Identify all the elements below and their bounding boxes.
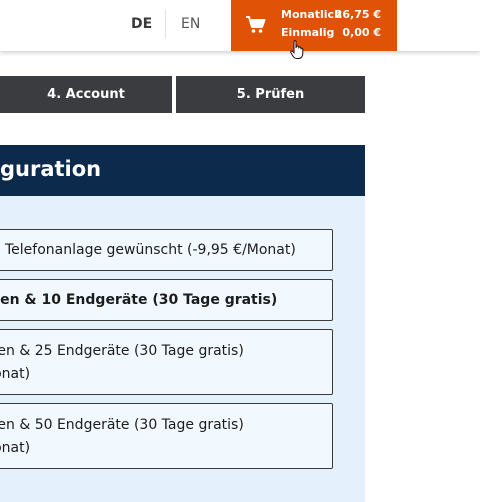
option-label-line: ellen & 25 Endgeräte (30 Tage gratis) [0, 343, 244, 359]
cart-summary-button[interactable]: Monatlich 26,75 € Einmalig 0,00 € [231, 0, 397, 51]
telephony-option-none[interactable]: Telefonanlage gewünscht (-9,95 €/Monat) [0, 229, 333, 271]
option-label: ellen & 50 Endgeräte (30 Tage gratis) Mo… [0, 414, 244, 460]
cart-monthly-value: 26,75 € [334, 8, 381, 21]
language-separator [165, 9, 166, 39]
option-label: Telefonanlage gewünscht (-9,95 €/Monat) [5, 239, 296, 262]
shopping-cart-icon [246, 16, 266, 33]
option-label-line: Telefonanlage gewünscht (-9,95 €/Monat) [5, 242, 296, 258]
option-label-line: ellen & 50 Endgeräte (30 Tage gratis) [0, 417, 244, 433]
step-tab-account[interactable]: 4. Account [0, 76, 172, 113]
language-de-link[interactable]: DE [131, 0, 152, 51]
option-label: ellen & 25 Endgeräte (30 Tage gratis) Mo… [0, 340, 244, 386]
telephony-option-50-devices[interactable]: ellen & 50 Endgeräte (30 Tage gratis) Mo… [0, 403, 333, 469]
telephony-option-10-devices[interactable]: ellen & 10 Endgeräte (30 Tage gratis) [0, 279, 333, 321]
top-header: DE EN Monatlich 26,75 € Einmalig 0,00 € [0, 0, 480, 59]
telephony-option-25-devices[interactable]: ellen & 25 Endgeräte (30 Tage gratis) Mo… [0, 329, 333, 395]
cart-onetime-label: Einmalig [281, 26, 335, 39]
cart-onetime-value: 0,00 € [342, 26, 381, 39]
panel-title: guration [0, 157, 102, 181]
step-tab-pruefen[interactable]: 5. Prüfen [176, 76, 365, 113]
option-label-line: ellen & 10 Endgeräte (30 Tage gratis) [0, 292, 278, 308]
hand-pointer-cursor-icon [290, 40, 304, 59]
option-label: ellen & 10 Endgeräte (30 Tage gratis) [0, 289, 277, 312]
configuration-panel-header: guration [0, 145, 365, 196]
cart-monthly-label: Monatlich [281, 8, 342, 21]
language-en-link[interactable]: EN [181, 0, 200, 51]
option-label-line-2: Monat) [0, 366, 31, 382]
option-label-line-2: Monat) [0, 440, 31, 456]
